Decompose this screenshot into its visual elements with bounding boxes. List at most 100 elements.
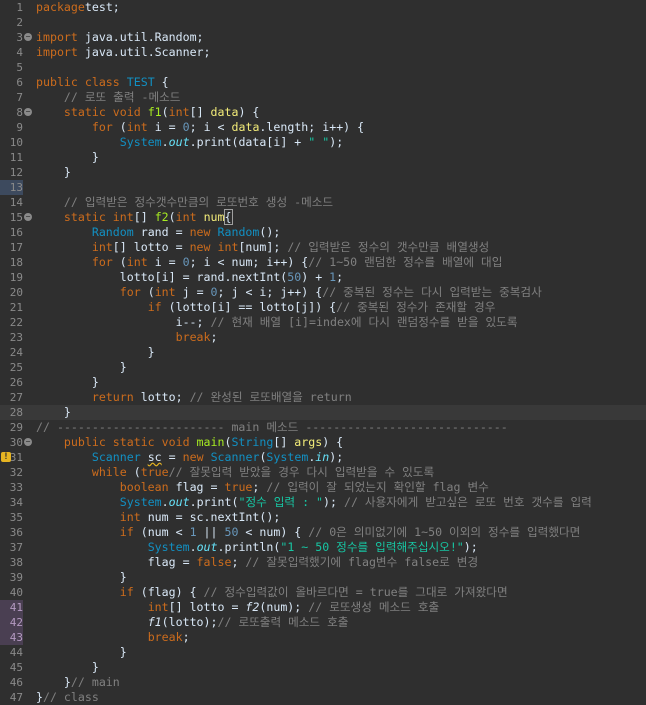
code-line[interactable]: 42 f1(lotto);// 로또출력 메소드 호출 bbox=[0, 615, 646, 630]
line-number: 7 bbox=[16, 91, 23, 104]
code-token: Random bbox=[91, 225, 134, 239]
warning-icon[interactable]: ! bbox=[1, 452, 11, 462]
code-line[interactable]: 36 if (num < 1 || 50 < num) { // 0은 의미없기… bbox=[0, 525, 646, 540]
code-line[interactable]: 25 } bbox=[0, 360, 646, 375]
code-line[interactable]: 3− import java.util.Random; bbox=[0, 30, 646, 45]
code-token: || bbox=[196, 525, 225, 539]
code-line[interactable]: 44 } bbox=[0, 645, 646, 660]
code-token: static void bbox=[63, 105, 141, 119]
code-line[interactable]: 15− static int[] f2(int num{ bbox=[0, 209, 646, 225]
code-line[interactable]: 2 bbox=[0, 15, 646, 30]
code-text: } bbox=[36, 165, 71, 180]
code-line[interactable]: 18 for (int i = 0; i < num; i++) {// 1~5… bbox=[0, 255, 646, 270]
code-line[interactable]: 6 public class TEST { bbox=[0, 75, 646, 90]
code-token: ; bbox=[210, 330, 218, 344]
code-token: static int bbox=[63, 210, 134, 224]
code-token: // 입력이 잘 되었는지 확인할 flag 변수 bbox=[266, 480, 489, 494]
code-token: // 잘못입력했기에 flag변수 false로 변경 bbox=[245, 555, 479, 569]
code-line[interactable]: 1 packagetest; bbox=[0, 0, 646, 15]
code-token: Scanner bbox=[91, 450, 141, 464]
line-number: 13 bbox=[0, 180, 23, 195]
code-line[interactable]: 7 // 로또 출력 -메소드 bbox=[0, 90, 646, 105]
code-line[interactable]: 5 bbox=[0, 60, 646, 75]
code-line[interactable]: 17 int[] lotto = new int[num]; // 입력받은 정… bbox=[0, 240, 646, 255]
code-token: true bbox=[140, 465, 169, 479]
code-line[interactable]: 14 // 입력받은 정수갯수만큼의 로또번호 생성 -메소드 bbox=[0, 195, 646, 210]
code-line[interactable]: 22 i--; // 현재 배열 [i]=index에 다시 랜덤정수를 받을 … bbox=[0, 315, 646, 330]
code-token: (num < bbox=[133, 525, 190, 539]
line-number: 16 bbox=[9, 226, 23, 239]
line-number: 33 bbox=[9, 481, 23, 494]
code-token: for bbox=[119, 285, 141, 299]
code-line[interactable]: 32 while (true// 잘못입력 받았을 경우 다시 입력받을 수 있… bbox=[0, 465, 646, 480]
code-token: } bbox=[36, 645, 127, 659]
code-line[interactable]: 40 if (flag) { // 정수입력값이 올바르다면 = true를 그… bbox=[0, 585, 646, 600]
code-line[interactable]: 8− static void f1(int[] data) { bbox=[0, 105, 646, 120]
code-line[interactable]: 13 bbox=[0, 180, 646, 195]
code-line[interactable]: 43 break; bbox=[0, 630, 646, 645]
code-token: System bbox=[119, 135, 162, 149]
code-token: < num) { bbox=[238, 525, 309, 539]
code-line[interactable]: 16 Random rand = new Random(); bbox=[0, 225, 646, 240]
code-token: j = bbox=[175, 285, 211, 299]
line-number: 47 bbox=[9, 691, 23, 704]
code-line[interactable]: 34 System.out.print("정수 입력 : "); // 사용자에… bbox=[0, 495, 646, 510]
code-line[interactable]: 23 break; bbox=[0, 330, 646, 345]
code-line[interactable]: 21 if (lotto[i] == lotto[j]) {// 중복된 정수가… bbox=[0, 300, 646, 315]
code-token: for bbox=[91, 255, 113, 269]
code-token: 50 bbox=[287, 270, 302, 284]
code-line[interactable]: 38 flag = false; // 잘못입력했기에 flag변수 false… bbox=[0, 555, 646, 570]
code-token: package bbox=[36, 0, 85, 14]
code-line[interactable]: 12 } bbox=[0, 165, 646, 180]
code-line[interactable]: 29 // ------------------------ main 메소드 -… bbox=[0, 420, 646, 435]
fold-collapse-icon[interactable]: − bbox=[24, 108, 32, 116]
fold-collapse-icon[interactable]: − bbox=[24, 33, 32, 41]
code-line[interactable]: 30− public static void main(String[] arg… bbox=[0, 435, 646, 450]
line-number: 6 bbox=[16, 76, 23, 89]
code-line[interactable]: 47 }// class bbox=[0, 690, 646, 705]
code-line[interactable]: 28 } bbox=[0, 405, 646, 420]
code-line[interactable]: 33 boolean flag = true; // 입력이 잘 되었는지 확인… bbox=[0, 480, 646, 495]
code-text: // 입력받은 정수갯수만큼의 로또번호 생성 -메소드 bbox=[36, 195, 333, 210]
line-number: 46 bbox=[9, 676, 23, 689]
code-line[interactable]: 24 } bbox=[0, 345, 646, 360]
code-line[interactable]: 11 } bbox=[0, 150, 646, 165]
code-token: ; bbox=[336, 270, 344, 284]
code-line[interactable]: 20 for (int j = 0; j < i; j++) {// 중복된 정… bbox=[0, 285, 646, 300]
code-line[interactable]: 41 int[] lotto = f2(num); // 로또생성 메소드 호출 bbox=[0, 600, 646, 615]
code-line[interactable]: 27 return lotto; // 완성된 로또배열을 return bbox=[0, 390, 646, 405]
code-token: // 중복된 정수가 존재할 경우 bbox=[336, 300, 496, 314]
code-line[interactable]: 45 } bbox=[0, 660, 646, 675]
code-line[interactable]: 46 }// main bbox=[0, 675, 646, 690]
code-token: ( bbox=[112, 120, 127, 134]
code-text: // ------------------------ main 메소드 ---… bbox=[36, 420, 508, 435]
code-line[interactable]: 35 int num = sc.nextInt(); bbox=[0, 510, 646, 525]
line-number: 32 bbox=[9, 466, 23, 479]
code-token: f2 bbox=[154, 210, 169, 224]
code-token: i--; bbox=[36, 315, 211, 329]
fold-collapse-icon[interactable]: − bbox=[24, 438, 32, 446]
code-token: ); bbox=[323, 495, 344, 509]
line-number: 19 bbox=[9, 271, 23, 284]
code-token: System bbox=[147, 540, 190, 554]
code-line[interactable]: 9 for (int i = 0; i < data.length; i++) … bbox=[0, 120, 646, 135]
code-line[interactable]: 10 System.out.print(data[i] + " "); bbox=[0, 135, 646, 150]
code-line[interactable]: 19 lotto[i] = rand.nextInt(50) + 1; bbox=[0, 270, 646, 285]
code-token: .println( bbox=[217, 540, 281, 554]
code-token: test; bbox=[84, 0, 120, 14]
code-token: [] bbox=[273, 435, 295, 449]
code-token: int bbox=[147, 600, 169, 614]
code-line[interactable]: 39 } bbox=[0, 570, 646, 585]
code-line[interactable]: 31! Scanner sc = new Scanner(System.in); bbox=[0, 450, 646, 465]
fold-collapse-icon[interactable]: − bbox=[24, 213, 32, 221]
code-text: }// class bbox=[36, 690, 99, 705]
code-line[interactable]: 26 } bbox=[0, 375, 646, 390]
code-line[interactable]: 4 import java.util.Scanner; bbox=[0, 45, 646, 60]
code-line[interactable]: 37 System.out.println("1 ~ 50 정수를 입력해주십시… bbox=[0, 540, 646, 555]
code-editor[interactable]: 1 packagetest; 2 3− import java.util.Random;… bbox=[0, 0, 646, 704]
